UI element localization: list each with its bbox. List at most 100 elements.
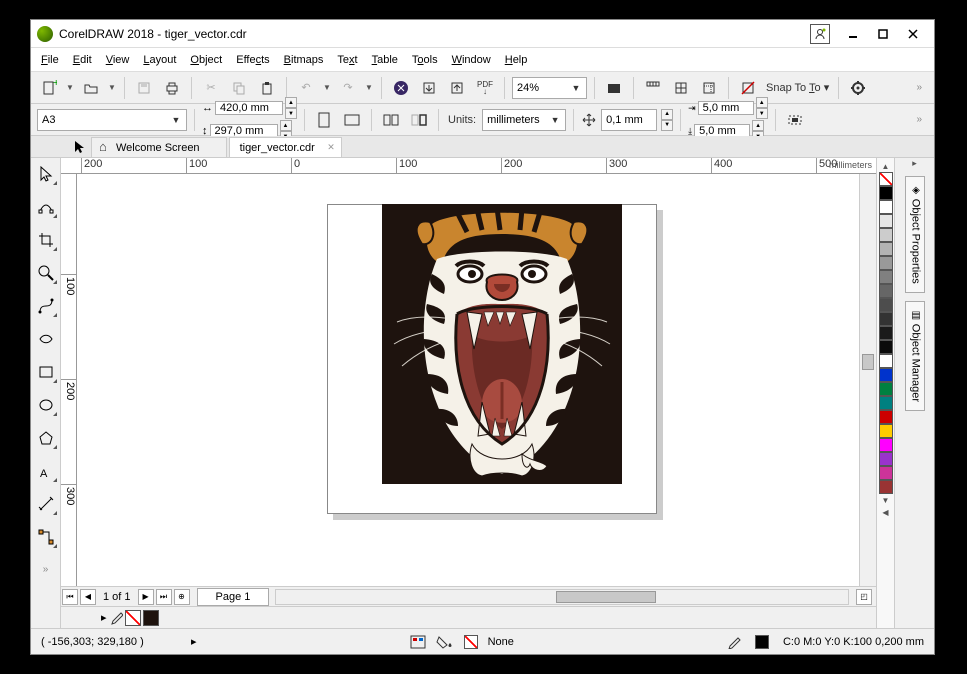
palette-swatch[interactable]	[879, 256, 893, 270]
toolbar1-overflow[interactable]: »	[910, 82, 928, 93]
print-button[interactable]	[160, 76, 184, 100]
menu-bitmaps[interactable]: Bitmaps	[284, 54, 324, 66]
import-button[interactable]	[417, 76, 441, 100]
undo-button[interactable]: ↶	[294, 76, 318, 100]
docker-object-properties[interactable]: ◈ Object Properties	[905, 176, 925, 293]
palette-swatch[interactable]	[879, 200, 893, 214]
eyedropper-icon[interactable]	[109, 611, 123, 625]
status-next-icon[interactable]: ▸	[191, 635, 197, 648]
open-dropdown[interactable]: ▼	[107, 83, 117, 92]
show-rulers-button[interactable]	[641, 76, 665, 100]
redo-button[interactable]: ↷	[336, 76, 360, 100]
connector-tool[interactable]	[34, 525, 58, 549]
export-button[interactable]	[445, 76, 469, 100]
navigator-button[interactable]: ◰	[856, 589, 872, 605]
drawing-viewport[interactable]	[77, 174, 859, 586]
width-spinner[interactable]: ▲▼	[285, 97, 297, 119]
palette-swatch[interactable]	[879, 284, 893, 298]
snap-off-button[interactable]	[736, 76, 760, 100]
horizontal-scrollbar[interactable]	[275, 589, 849, 605]
palette-swatch[interactable]	[879, 466, 893, 480]
palette-up-icon[interactable]: ▲	[879, 160, 893, 172]
tab-document[interactable]: tiger_vector.cdr ✕	[229, 137, 342, 157]
palette-swatch[interactable]	[879, 326, 893, 340]
doc-swatch-none[interactable]	[125, 610, 141, 626]
doc-palette-menu-icon[interactable]: ▸	[101, 611, 107, 624]
parallel-dimension-tool[interactable]	[34, 492, 58, 516]
menu-layout[interactable]: Layout	[143, 54, 176, 66]
page-size-combo[interactable]: A3▼	[37, 109, 187, 131]
nudge-input[interactable]: 0,1 mm	[601, 109, 657, 131]
palette-swatch[interactable]	[879, 214, 893, 228]
page-first-button[interactable]: ⏮	[62, 589, 78, 605]
palette-swatch[interactable]	[879, 424, 893, 438]
menu-text[interactable]: Text	[337, 54, 357, 66]
account-icon[interactable]	[810, 24, 830, 44]
page-tab[interactable]: Page 1	[197, 588, 270, 606]
vertical-scrollbar[interactable]	[859, 174, 876, 586]
portrait-button[interactable]	[312, 108, 336, 132]
menu-table[interactable]: Table	[372, 54, 398, 66]
palette-swatch[interactable]	[879, 382, 893, 396]
publish-pdf-button[interactable]: PDF↓	[473, 76, 497, 100]
zoom-combo[interactable]: 24%▼	[512, 77, 587, 99]
crop-tool[interactable]	[34, 228, 58, 252]
undo-dropdown[interactable]: ▼	[322, 83, 332, 92]
dup-x-spinner[interactable]: ▲▼	[756, 97, 768, 119]
treat-as-filled-button[interactable]	[783, 108, 807, 132]
text-tool[interactable]: A	[34, 459, 58, 483]
show-grid-button[interactable]	[669, 76, 693, 100]
minimize-button[interactable]	[838, 23, 868, 45]
page-prev-button[interactable]: ◀	[80, 589, 96, 605]
artwork-tiger[interactable]	[382, 204, 622, 484]
page-next-button[interactable]: ▶	[138, 589, 154, 605]
menu-file[interactable]: File	[41, 54, 59, 66]
menu-object[interactable]: Object	[190, 54, 222, 66]
menu-effects[interactable]: Effects	[236, 54, 269, 66]
pick-tool[interactable]	[34, 162, 58, 186]
landscape-button[interactable]	[340, 108, 364, 132]
palette-swatch[interactable]	[879, 186, 893, 200]
ellipse-tool[interactable]	[34, 393, 58, 417]
palette-swatch[interactable]	[879, 354, 893, 368]
tab-close-icon[interactable]: ✕	[327, 142, 335, 153]
show-guidelines-button[interactable]	[697, 76, 721, 100]
menu-help[interactable]: Help	[505, 54, 528, 66]
all-pages-button[interactable]	[379, 108, 403, 132]
doc-swatch[interactable]	[143, 610, 159, 626]
freehand-tool[interactable]	[34, 294, 58, 318]
options-button[interactable]	[846, 76, 870, 100]
outline-pen-icon[interactable]	[727, 635, 741, 649]
palette-swatch[interactable]	[879, 228, 893, 242]
page-width-input[interactable]: 420,0 mm	[215, 101, 283, 115]
maximize-button[interactable]	[868, 23, 898, 45]
nudge-spinner[interactable]: ▲▼	[661, 109, 673, 131]
menu-window[interactable]: Window	[452, 54, 491, 66]
zoom-tool[interactable]	[34, 261, 58, 285]
search-content-button[interactable]	[389, 76, 413, 100]
page-add-button[interactable]: ⊕	[174, 589, 190, 605]
redo-dropdown[interactable]: ▼	[364, 83, 374, 92]
palette-flyout-icon[interactable]: ◀	[879, 506, 893, 518]
units-combo[interactable]: millimeters▼	[482, 109, 566, 131]
polygon-tool[interactable]	[34, 426, 58, 450]
fill-indicator-icon[interactable]	[436, 635, 454, 649]
palette-swatch[interactable]	[879, 368, 893, 382]
paste-button[interactable]	[255, 76, 279, 100]
toolbar2-overflow[interactable]: »	[910, 114, 928, 125]
palette-swatch[interactable]	[879, 298, 893, 312]
dup-x-input[interactable]: 5,0 mm	[698, 101, 754, 115]
palette-swatch[interactable]	[879, 312, 893, 326]
tab-pick-tool-icon[interactable]	[71, 138, 89, 156]
fill-swatch-none[interactable]	[464, 635, 478, 649]
outline-color-swatch[interactable]	[755, 635, 769, 649]
color-proof-icon[interactable]	[410, 635, 426, 649]
copy-button[interactable]	[227, 76, 251, 100]
menu-view[interactable]: View	[106, 54, 130, 66]
snap-to-label[interactable]: Snap To To ▾	[764, 81, 831, 94]
palette-down-icon[interactable]: ▼	[879, 494, 893, 506]
ruler-horizontal[interactable]: 200 100 0 100 200 300 400 500 millimeter…	[61, 158, 876, 174]
docker-object-manager[interactable]: ▤ Object Manager	[905, 301, 925, 411]
rectangle-tool[interactable]	[34, 360, 58, 384]
palette-swatch[interactable]	[879, 480, 893, 494]
